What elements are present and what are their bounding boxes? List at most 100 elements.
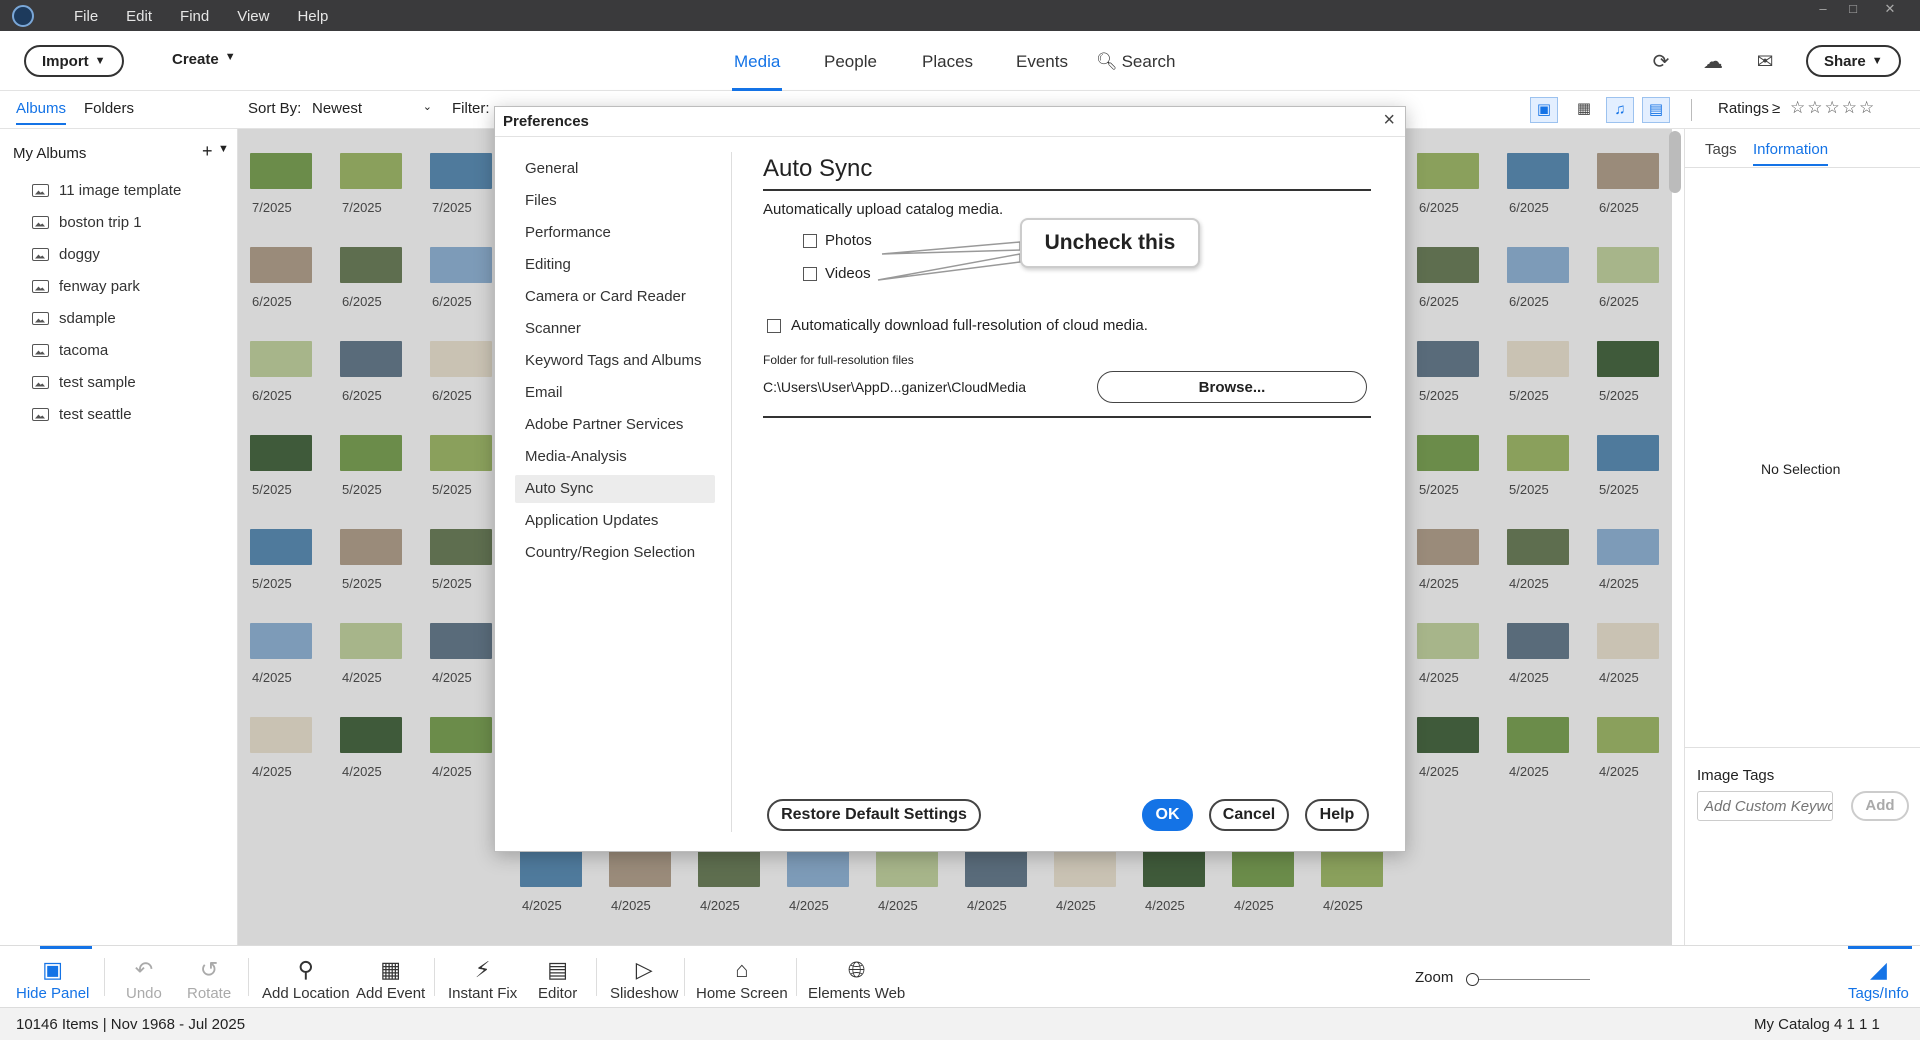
menu-find[interactable]: Find [166, 0, 223, 31]
media-thumbnail[interactable] [340, 341, 402, 377]
ratings-stars[interactable]: ☆☆☆☆☆ [1790, 98, 1876, 118]
tab-events[interactable]: Events [1016, 31, 1068, 91]
media-thumbnail[interactable] [876, 851, 938, 887]
sync-icon[interactable]: ⟳ [1648, 48, 1674, 74]
media-thumbnail[interactable] [1417, 529, 1479, 565]
media-thumbnail[interactable] [1507, 153, 1569, 189]
rotate-button[interactable]: ↺ Rotate [187, 946, 231, 1008]
media-thumbnail[interactable] [1507, 247, 1569, 283]
close-icon[interactable]: × [1383, 109, 1395, 132]
media-thumbnail[interactable] [1054, 851, 1116, 887]
slideshow-button[interactable]: ▷ Slideshow [610, 946, 678, 1008]
media-thumbnail[interactable] [1597, 623, 1659, 659]
media-thumbnail[interactable] [1507, 435, 1569, 471]
catalog-name[interactable]: My Catalog 4 1 1 1 [1754, 1016, 1880, 1033]
tab-tags[interactable]: Tags [1705, 141, 1737, 158]
media-thumbnail[interactable] [340, 529, 402, 565]
media-thumbnail[interactable] [430, 341, 492, 377]
media-thumbnail[interactable] [340, 717, 402, 753]
pref-category-country-region-selection[interactable]: Country/Region Selection [525, 539, 695, 567]
browse-button[interactable]: Browse... [1097, 371, 1367, 403]
sort-dropdown[interactable]: Newest ⌄ [312, 100, 432, 117]
tab-media[interactable]: Media [732, 31, 783, 91]
media-thumbnail[interactable] [430, 153, 492, 189]
media-thumbnail[interactable] [250, 717, 312, 753]
maximize-icon[interactable]: □ [1838, 0, 1868, 20]
add-event-button[interactable]: ▦ Add Event [356, 946, 425, 1008]
tab-folders[interactable]: Folders [84, 100, 134, 117]
menu-file[interactable]: File [60, 0, 112, 31]
keyword-input[interactable] [1697, 791, 1833, 821]
download-checkbox[interactable] [767, 318, 781, 333]
menu-help[interactable]: Help [283, 0, 342, 31]
videos-checkbox[interactable] [803, 266, 817, 281]
album-item[interactable]: fenway park [32, 274, 140, 298]
pref-category-email[interactable]: Email [525, 379, 563, 407]
tab-albums[interactable]: Albums [16, 100, 67, 125]
media-thumbnail[interactable] [430, 623, 492, 659]
album-item[interactable]: 11 image template [32, 178, 181, 202]
pref-category-files[interactable]: Files [525, 187, 557, 215]
download-checkbox-row[interactable]: Automatically download full-resolution o… [767, 317, 1148, 334]
media-thumbnail[interactable] [1507, 341, 1569, 377]
pref-category-general[interactable]: General [525, 155, 578, 183]
media-thumbnail[interactable] [250, 529, 312, 565]
media-thumbnail[interactable] [1597, 247, 1659, 283]
pref-category-auto-sync[interactable]: Auto Sync [515, 475, 715, 503]
tags-info-button[interactable]: ◢ Tags/Info [1848, 946, 1909, 1008]
album-item[interactable]: sdample [32, 306, 116, 330]
add-location-button[interactable]: ⚲ Add Location [262, 946, 350, 1008]
minimize-icon[interactable]: – [1808, 0, 1838, 20]
elements-web-button[interactable]: 🌐︎ Elements Web [808, 946, 905, 1008]
media-thumbnail[interactable] [340, 435, 402, 471]
media-thumbnail[interactable] [430, 247, 492, 283]
media-thumbnail[interactable] [1597, 153, 1659, 189]
album-item[interactable]: boston trip 1 [32, 210, 142, 234]
add-album-icon[interactable]: + [202, 141, 213, 162]
mail-icon[interactable]: ✉ [1752, 48, 1778, 74]
media-thumbnail[interactable] [430, 717, 492, 753]
menu-view[interactable]: View [223, 0, 283, 31]
album-item[interactable]: tacoma [32, 338, 108, 362]
pref-category-camera-or-card-reader[interactable]: Camera or Card Reader [525, 283, 686, 311]
media-thumbnail[interactable] [1232, 851, 1294, 887]
media-thumbnail[interactable] [1417, 341, 1479, 377]
media-thumbnail[interactable] [965, 851, 1027, 887]
media-thumbnail[interactable] [1507, 623, 1569, 659]
cloud-icon[interactable]: ☁ [1700, 48, 1726, 74]
pref-category-performance[interactable]: Performance [525, 219, 611, 247]
media-thumbnail[interactable] [1417, 435, 1479, 471]
media-thumbnail[interactable] [1507, 717, 1569, 753]
tab-places[interactable]: Places [922, 31, 973, 91]
media-thumbnail[interactable] [250, 623, 312, 659]
media-thumbnail[interactable] [1417, 717, 1479, 753]
pref-category-keyword-tags-and-albums[interactable]: Keyword Tags and Albums [525, 347, 702, 375]
media-thumbnail[interactable] [430, 529, 492, 565]
photos-checkbox[interactable] [803, 233, 817, 248]
media-thumbnail[interactable] [340, 153, 402, 189]
zoom-slider-handle[interactable] [1466, 973, 1479, 986]
home-screen-button[interactable]: ⌂ Home Screen [696, 946, 788, 1008]
media-thumbnail[interactable] [698, 851, 760, 887]
album-item[interactable]: doggy [32, 242, 100, 266]
media-thumbnail[interactable] [1597, 717, 1659, 753]
instant-fix-button[interactable]: ⚡︎ Instant Fix [448, 946, 517, 1008]
album-item[interactable]: test seattle [32, 402, 132, 426]
media-thumbnail[interactable] [1507, 529, 1569, 565]
media-thumbnail[interactable] [1417, 153, 1479, 189]
media-thumbnail[interactable] [250, 341, 312, 377]
media-thumbnail[interactable] [1597, 435, 1659, 471]
photos-checkbox-row[interactable]: Photos [803, 232, 872, 249]
media-thumbnail[interactable] [1597, 529, 1659, 565]
hide-panel-button[interactable]: ▣ Hide Panel [16, 946, 89, 1008]
project-filter-icon[interactable]: ▤ [1642, 97, 1670, 123]
media-thumbnail[interactable] [609, 851, 671, 887]
media-thumbnail[interactable] [1417, 247, 1479, 283]
videos-checkbox-row[interactable]: Videos [803, 265, 871, 282]
cancel-button[interactable]: Cancel [1209, 799, 1289, 831]
pref-category-adobe-partner-services[interactable]: Adobe Partner Services [525, 411, 683, 439]
tab-people[interactable]: People [824, 31, 877, 91]
video-filter-icon[interactable]: ▦ [1570, 97, 1598, 123]
pref-category-application-updates[interactable]: Application Updates [525, 507, 658, 535]
media-thumbnail[interactable] [787, 851, 849, 887]
